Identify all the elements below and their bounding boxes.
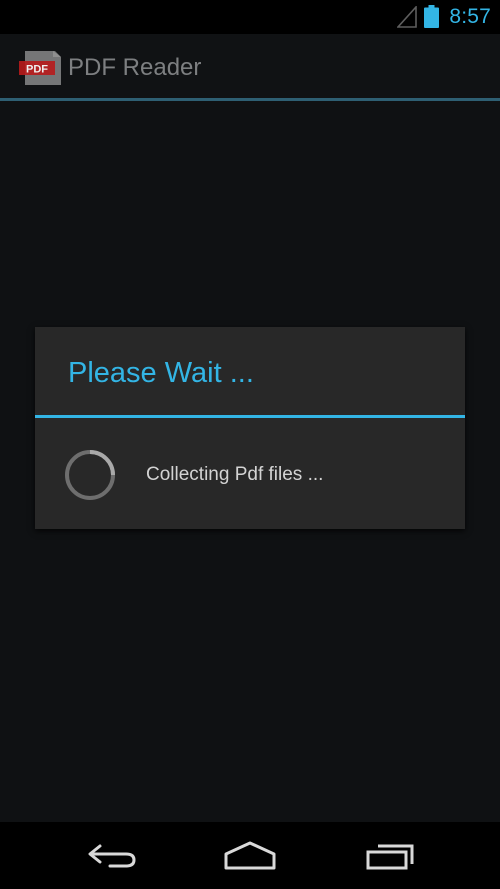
pdf-icon[interactable]: PDF [17,49,63,87]
dialog-message: Collecting Pdf files ... [146,464,324,485]
home-icon[interactable] [220,840,280,872]
dialog-title-divider [35,415,465,418]
screen: 8:57 PDF PDF Reader Please Wait ... Coll… [0,0,500,889]
dialog-title: Please Wait ... [68,357,254,389]
recents-icon[interactable] [360,840,420,872]
navigation-bar [0,822,500,889]
progress-spinner-icon [65,450,115,500]
clock: 8:57 [449,5,491,28]
battery-icon [424,5,439,28]
pdf-icon-label: PDF [26,64,48,76]
signal-icon [397,6,417,28]
progress-dialog: Please Wait ... Collecting Pdf files ... [35,327,465,529]
back-icon[interactable] [82,840,142,872]
status-bar: 8:57 [0,0,500,34]
action-bar: PDF PDF Reader [0,34,500,100]
app-title: PDF Reader [68,54,202,81]
